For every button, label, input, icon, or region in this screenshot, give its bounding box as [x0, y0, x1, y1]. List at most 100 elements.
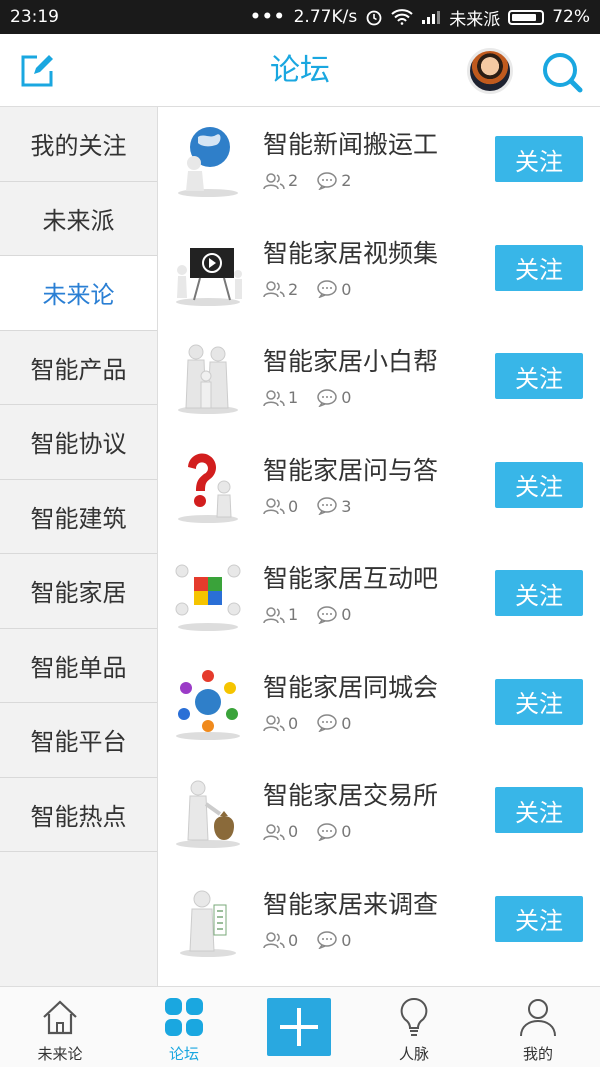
comment-icon	[317, 605, 337, 624]
comment-icon	[317, 171, 337, 190]
forum-item[interactable]: 智能家居互动吧 1 0 关注	[158, 541, 600, 650]
forum-stats: 2 2	[263, 171, 369, 190]
sidebar-item-smart-protocols[interactable]: 智能协议	[0, 405, 157, 480]
members-icon	[263, 715, 285, 732]
plus-icon	[280, 1008, 318, 1046]
forum-name: 智能家居问与答	[263, 455, 439, 485]
search-icon[interactable]	[541, 51, 583, 93]
forum-stats: 0 3	[263, 497, 369, 516]
forum-stats: 0 0	[263, 931, 369, 950]
member-count: 2	[288, 171, 299, 190]
nav-home[interactable]: 未来论	[0, 987, 120, 1067]
wifi-icon	[391, 9, 413, 25]
members-icon	[263, 389, 285, 406]
post-count: 0	[341, 713, 352, 733]
forum-stats: 1 0	[263, 388, 369, 407]
follow-button[interactable]: 关注	[495, 787, 583, 833]
post-count: 0	[341, 930, 352, 950]
forum-stats: 2 0	[263, 280, 369, 299]
avatar[interactable]	[467, 48, 513, 94]
nav-profile[interactable]: 我的	[478, 987, 598, 1067]
edit-icon[interactable]	[20, 54, 54, 88]
family-figures-icon	[178, 344, 238, 414]
forum-item[interactable]: 智能家居来调查 0 0 关注	[158, 867, 600, 976]
globe-figure-icon	[178, 127, 238, 197]
post-count: 0	[341, 605, 352, 624]
nav-contacts[interactable]: 人脉	[354, 987, 474, 1067]
post-count: 2	[341, 171, 352, 190]
member-count: 0	[288, 713, 299, 733]
sidebar-item-smart-home[interactable]: 智能家居	[0, 554, 157, 629]
forum-name: 智能家居交易所	[263, 781, 439, 810]
follow-button[interactable]: 关注	[495, 678, 583, 725]
forum-item[interactable]: 智能家居交易所 0 0 关注	[158, 758, 600, 867]
battery-icon	[508, 9, 545, 25]
nav-label: 人脉	[398, 1045, 429, 1063]
post-count: 3	[341, 496, 352, 516]
sidebar-item-weilaipai[interactable]: 未来派	[0, 181, 157, 256]
comment-icon	[317, 714, 337, 732]
forum-stats: 1 0	[263, 605, 369, 624]
sidebar-item-smart-buildings[interactable]: 智能建筑	[0, 479, 157, 554]
grid-icon	[165, 998, 203, 1036]
status-dots: •••	[250, 7, 286, 27]
members-icon	[263, 823, 285, 840]
sidebar-item-smart-platforms[interactable]: 智能平台	[0, 703, 157, 778]
sidebar-item-weilailun[interactable]: 未来论	[0, 256, 157, 331]
follow-button[interactable]: 关注	[495, 353, 583, 399]
forum-list: 智能新闻搬运工 2 2 关注 智能家居视频集 2 0 关注 智能家居小白帮 1 …	[158, 107, 600, 986]
forum-item[interactable]: 智能家居问与答 0 3 关注	[158, 433, 600, 542]
comment-icon	[317, 497, 337, 515]
member-count: 1	[288, 605, 299, 624]
house-icon	[43, 1000, 77, 1035]
members-icon	[263, 172, 285, 189]
status-bar: 23:19 ••• 2.77K/s 未来派 72%	[0, 0, 600, 34]
sidebar-item-my-follows[interactable]: 我的关注	[0, 107, 157, 182]
follow-button[interactable]: 关注	[495, 895, 583, 942]
member-count: 2	[288, 279, 299, 299]
sidebar-item-smart-hotspots[interactable]: 智能热点	[0, 777, 157, 852]
members-icon	[263, 498, 285, 515]
sidebar-item-smart-products[interactable]: 智能产品	[0, 330, 157, 405]
person-icon	[520, 999, 556, 1037]
forum-name: 智能新闻搬运工	[263, 130, 439, 159]
member-count: 1	[288, 388, 299, 407]
question-mark-icon	[178, 453, 238, 523]
follow-button[interactable]: 关注	[495, 136, 583, 182]
forum-name: 智能家居互动吧	[263, 564, 439, 593]
alarm-icon	[366, 10, 382, 26]
post-count: 0	[341, 822, 352, 841]
members-icon	[263, 932, 285, 949]
forum-item[interactable]: 智能新闻搬运工 2 2 关注	[158, 107, 600, 216]
sidebar-item-smart-single-products[interactable]: 智能单品	[0, 628, 157, 703]
battery-level: 72%	[552, 7, 590, 27]
add-button[interactable]	[267, 998, 331, 1056]
category-sidebar: 我的关注 未来派 未来论 智能产品 智能协议 智能建筑 智能家居 智能单品 智能…	[0, 107, 158, 986]
forum-item[interactable]: 智能家居视频集 2 0 关注	[158, 216, 600, 325]
member-count: 0	[288, 930, 299, 950]
follow-button[interactable]: 关注	[495, 461, 583, 508]
follow-button[interactable]: 关注	[495, 244, 583, 291]
forum-name: 智能家居小白帮	[263, 347, 439, 376]
puzzle-figures-icon	[175, 564, 241, 631]
nav-forum[interactable]: 论坛	[124, 987, 244, 1067]
post-count: 0	[341, 279, 352, 299]
carrier-name: 未来派	[449, 9, 501, 30]
video-screen-icon	[176, 247, 242, 306]
nav-label: 论坛	[168, 1045, 199, 1063]
forum-name: 智能家居视频集	[263, 238, 439, 268]
forum-stats: 0 0	[263, 714, 369, 733]
people-circle-globe-icon	[176, 669, 240, 740]
comment-icon	[317, 822, 337, 841]
forum-item[interactable]: 智能家居同城会 0 0 关注	[158, 650, 600, 759]
comment-icon	[317, 931, 337, 949]
nav-label: 我的	[522, 1045, 553, 1063]
nav-label: 未来论	[37, 1045, 83, 1063]
status-time: 23:19	[10, 7, 59, 27]
post-count: 0	[341, 388, 352, 407]
bulb-icon	[400, 997, 428, 1036]
app-header: 论坛	[0, 34, 600, 107]
forum-item[interactable]: 智能家居小白帮 1 0 关注	[158, 324, 600, 433]
survey-figure-icon	[180, 890, 236, 957]
follow-button[interactable]: 关注	[495, 570, 583, 616]
